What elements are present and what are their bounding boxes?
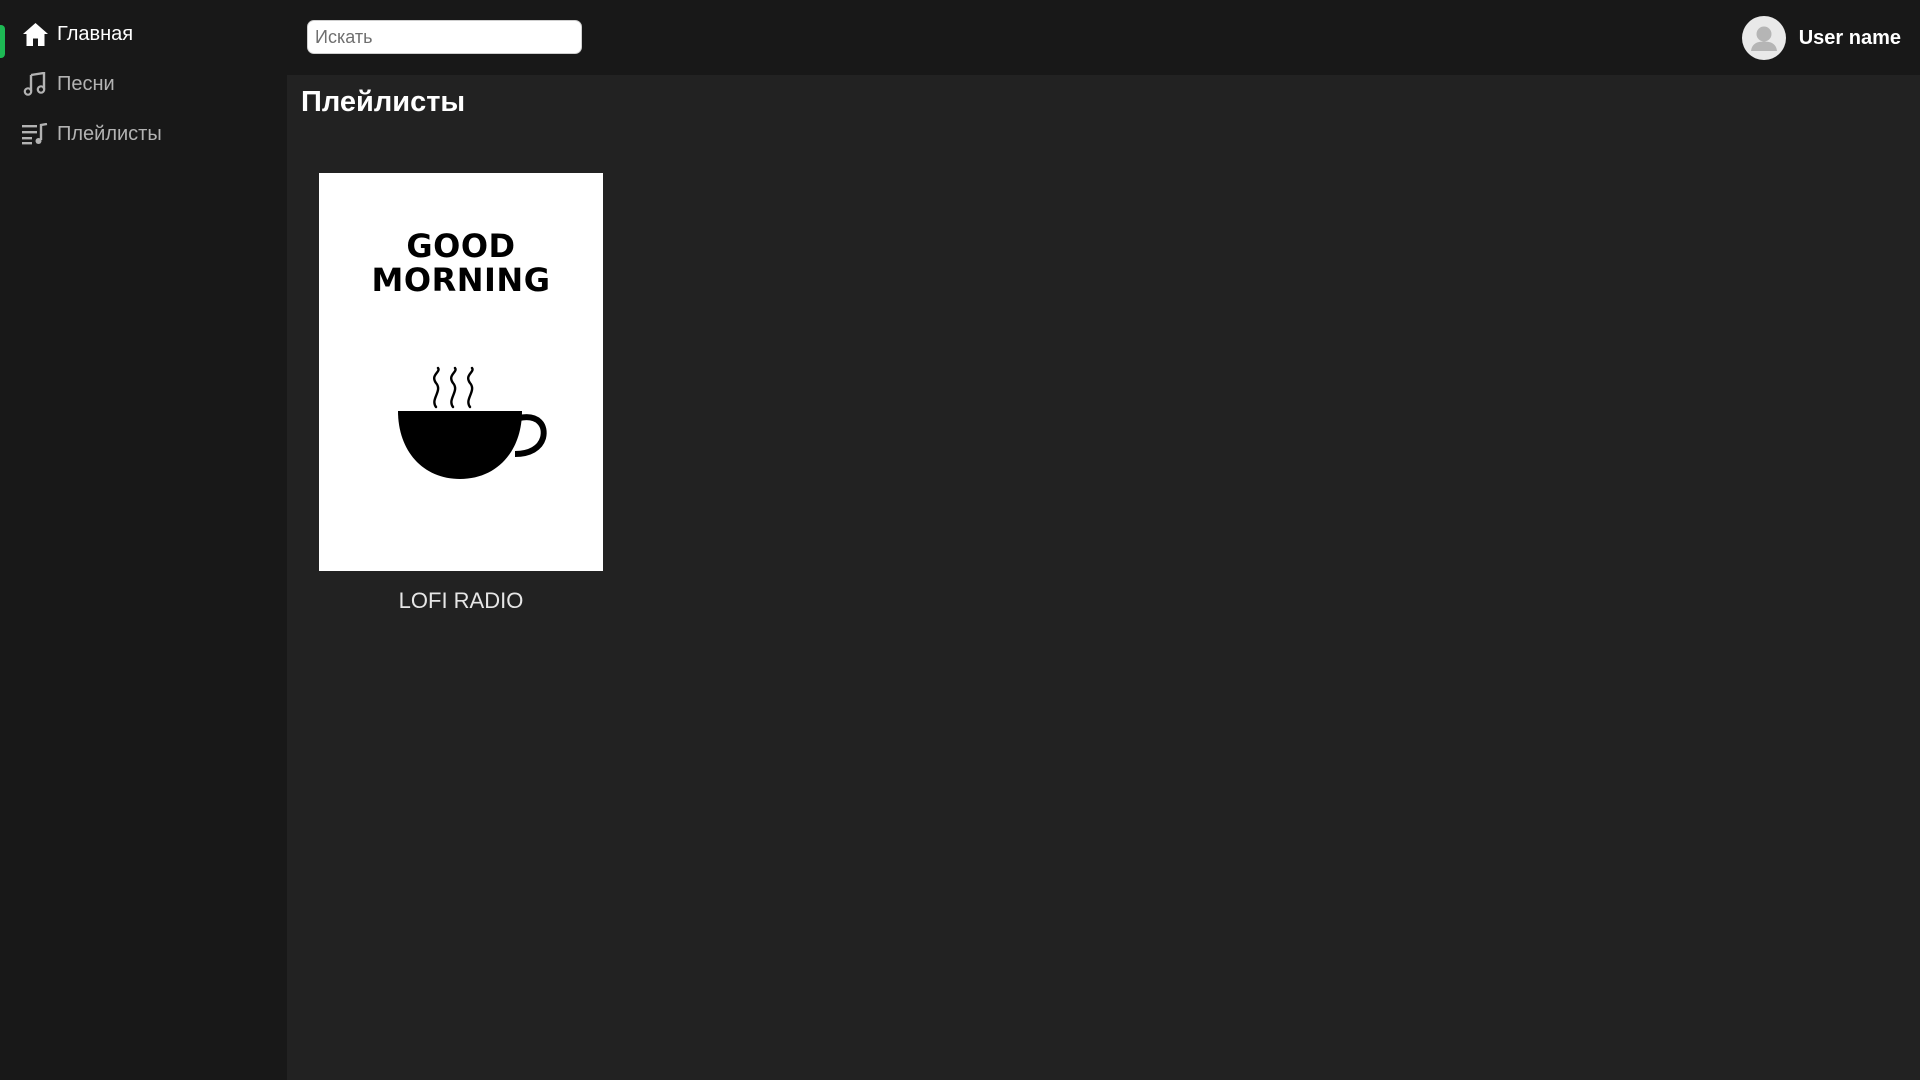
sidebar-item-home[interactable]: Главная xyxy=(0,9,287,59)
playlist-cover-image: GOOD MORNING xyxy=(319,173,603,571)
user-avatar-icon xyxy=(1741,16,1786,60)
svg-text:MORNING: MORNING xyxy=(372,261,551,299)
sidebar-item-songs[interactable]: Песни xyxy=(0,59,287,109)
search-input[interactable] xyxy=(307,20,582,54)
main-content: Плейлисты GOOD MORNING LOFI RADIO xyxy=(287,75,1920,1080)
playlist-icon xyxy=(21,120,49,148)
sidebar-item-label: Песни xyxy=(57,72,115,95)
svg-text:GOOD: GOOD xyxy=(406,227,515,265)
page-title: Плейлисты xyxy=(301,86,466,118)
user-menu[interactable]: User name xyxy=(1741,16,1901,60)
music-note-icon xyxy=(21,70,49,98)
sidebar-item-label: Главная xyxy=(57,22,134,45)
playlist-title: LOFI RADIO xyxy=(398,588,524,613)
user-name: User name xyxy=(1798,26,1901,49)
sidebar-item-playlists[interactable]: Плейлисты xyxy=(0,109,287,159)
active-indicator xyxy=(0,25,5,58)
app-window: Главная Песни Плейлисты Искать User name… xyxy=(0,0,1920,1080)
sidebar-item-label: Плейлисты xyxy=(57,122,162,145)
playlist-card[interactable]: GOOD MORNING LOFI RADIO xyxy=(319,173,603,614)
home-icon xyxy=(21,20,49,48)
top-bar: User name xyxy=(287,0,1920,75)
sidebar: Главная Песни Плейлисты xyxy=(0,0,287,1080)
